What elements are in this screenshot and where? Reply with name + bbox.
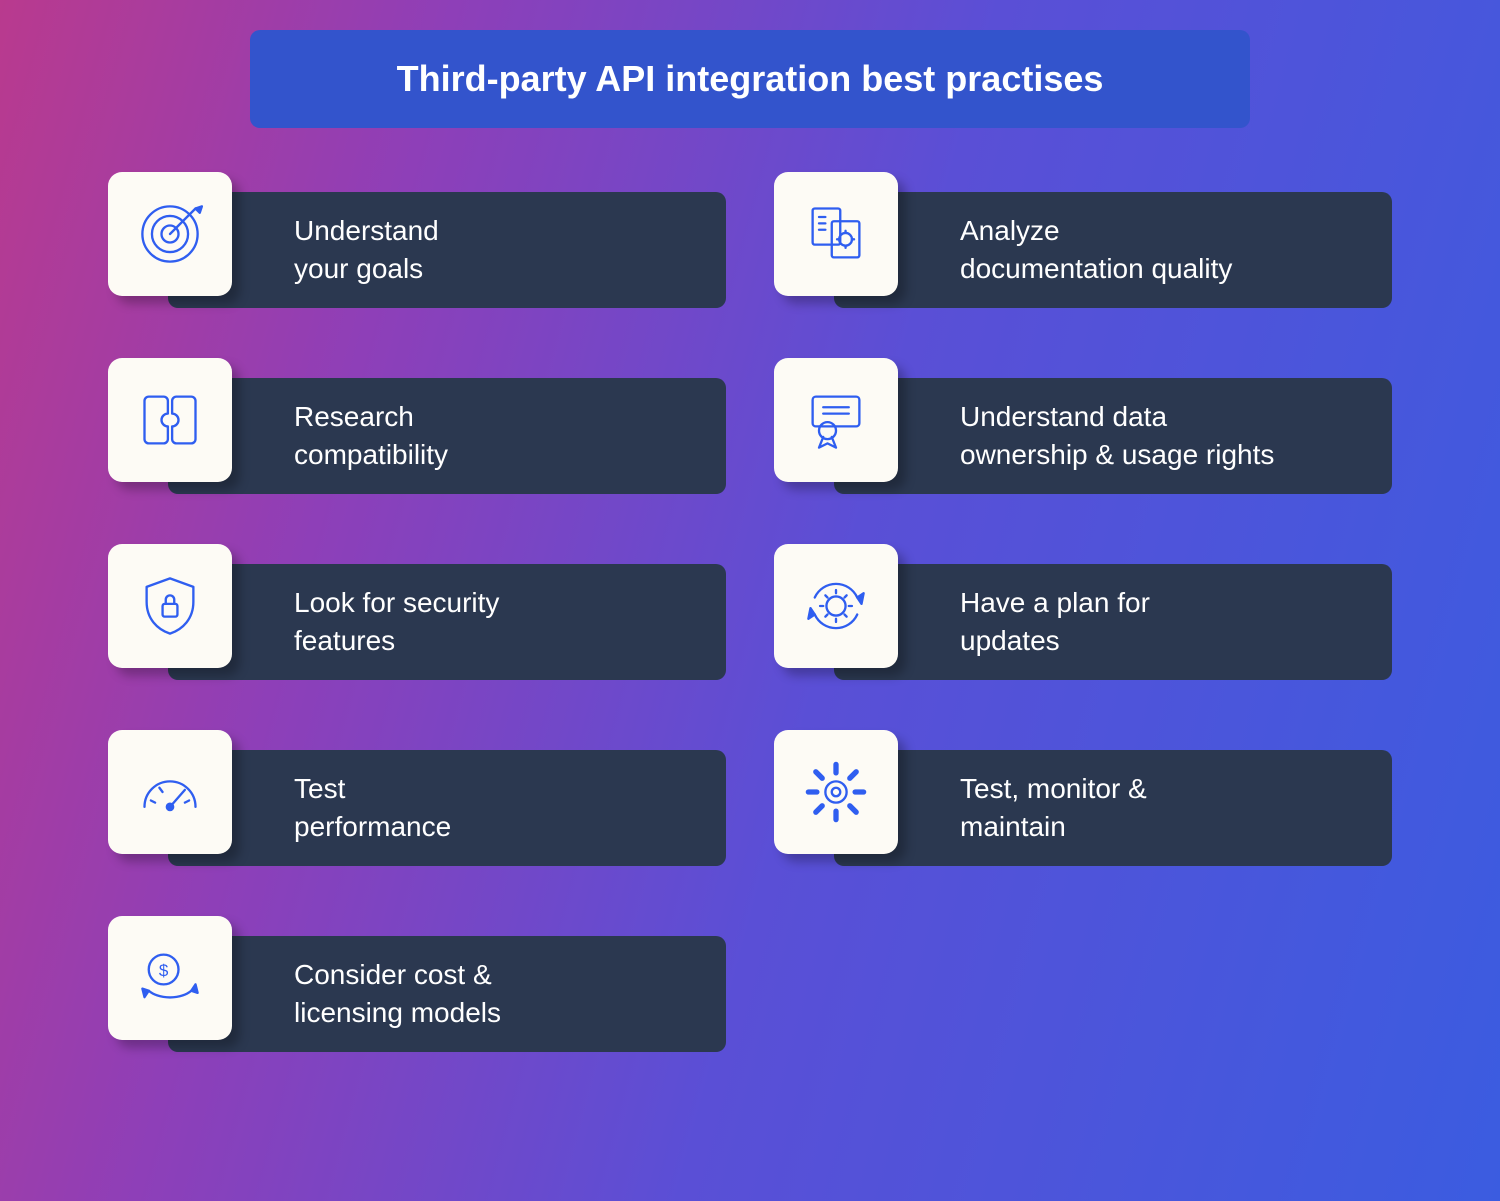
list-item: Test performance <box>108 730 726 866</box>
card-body: Understand data ownership & usage rights <box>834 378 1392 494</box>
card-label: Have a plan for updates <box>960 584 1150 660</box>
list-item: Research compatibility <box>108 358 726 494</box>
card-body: Look for security features <box>168 564 726 680</box>
target-icon <box>108 172 232 296</box>
card-body: Research compatibility <box>168 378 726 494</box>
documents-icon <box>774 172 898 296</box>
card-label: Understand data ownership & usage rights <box>960 398 1274 474</box>
certificate-icon <box>774 358 898 482</box>
card-body: Have a plan for updates <box>834 564 1392 680</box>
columns-container: Understand your goals Research compatibi… <box>60 172 1440 1052</box>
card-body: Test, monitor & maintain <box>834 750 1392 866</box>
card-label: Analyze documentation quality <box>960 212 1232 288</box>
list-item: Look for security features <box>108 544 726 680</box>
card-label: Test, monitor & maintain <box>960 770 1147 846</box>
left-column: Understand your goals Research compatibi… <box>108 172 726 1052</box>
card-label: Look for security features <box>294 584 499 660</box>
card-body: Consider cost & licensing models <box>168 936 726 1052</box>
card-label: Research compatibility <box>294 398 448 474</box>
list-item: Analyze documentation quality <box>774 172 1392 308</box>
cost-cycle-icon: $ <box>108 916 232 1040</box>
list-item: Consider cost & licensing models $ <box>108 916 726 1052</box>
svg-text:$: $ <box>159 961 169 980</box>
card-body: Analyze documentation quality <box>834 192 1392 308</box>
card-body: Test performance <box>168 750 726 866</box>
list-item: Test, monitor & maintain <box>774 730 1392 866</box>
list-item: Have a plan for updates <box>774 544 1392 680</box>
page-title: Third-party API integration best practis… <box>250 30 1250 128</box>
list-item: Understand your goals <box>108 172 726 308</box>
card-label: Understand your goals <box>294 212 439 288</box>
gear-cycle-icon <box>774 544 898 668</box>
gauge-icon <box>108 730 232 854</box>
gear-icon <box>774 730 898 854</box>
shield-lock-icon <box>108 544 232 668</box>
card-label: Consider cost & licensing models <box>294 956 501 1032</box>
list-item: Understand data ownership & usage rights <box>774 358 1392 494</box>
puzzle-icon <box>108 358 232 482</box>
card-body: Understand your goals <box>168 192 726 308</box>
right-column: Analyze documentation quality Understand… <box>774 172 1392 1052</box>
card-label: Test performance <box>294 770 451 846</box>
title-text: Third-party API integration best practis… <box>397 58 1104 99</box>
